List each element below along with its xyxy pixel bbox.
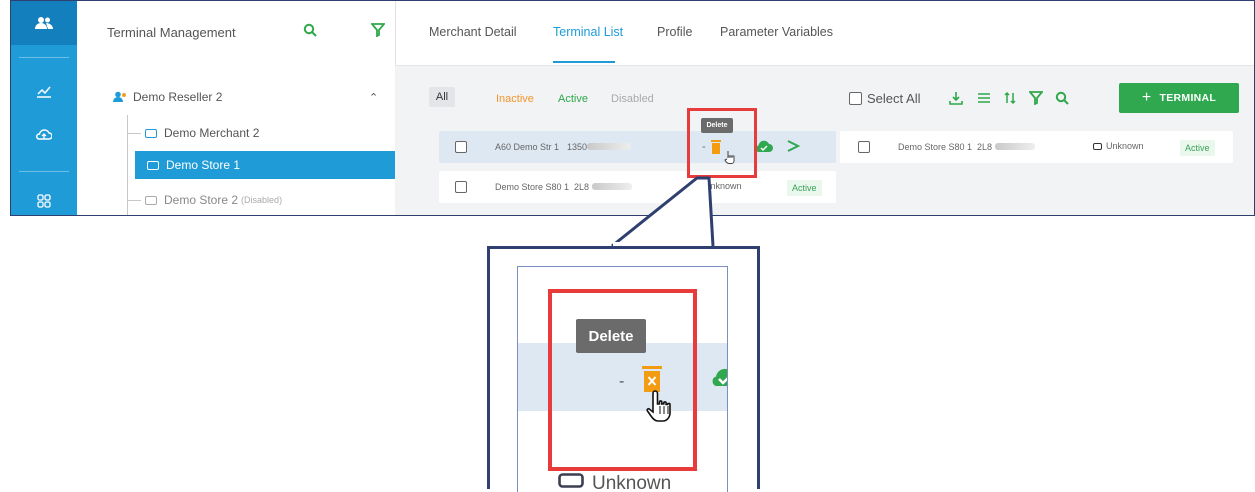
zoomed-view: Delete - Unknown — [517, 266, 728, 492]
zoomed-delete-highlight-box — [548, 289, 697, 471]
zoomed-status-label: Unknown — [592, 473, 672, 492]
zoomed-cloud-check-icon — [710, 366, 727, 393]
zoom-callout: Delete - Unknown — [487, 246, 760, 492]
zoomed-monitor-icon — [558, 473, 584, 492]
